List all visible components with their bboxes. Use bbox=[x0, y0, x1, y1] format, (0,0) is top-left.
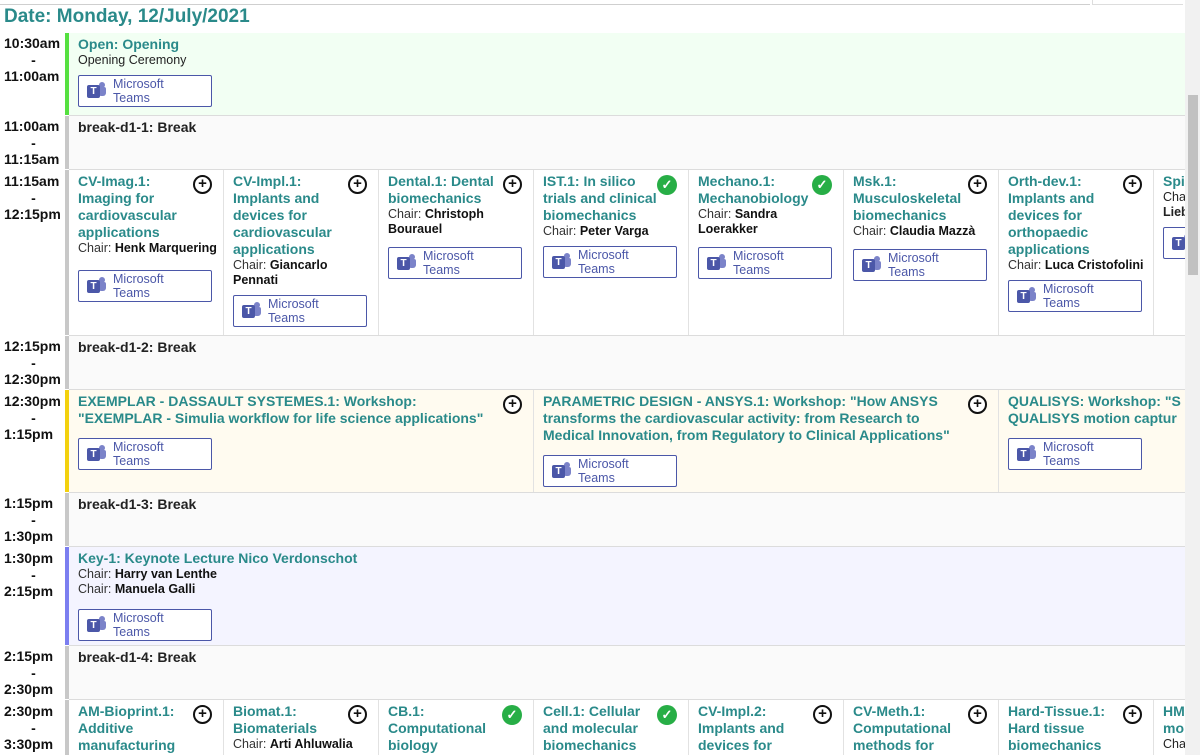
session-cell[interactable]: Hard-Tissue.1: Hard tissue biomechanics … bbox=[999, 700, 1154, 755]
teams-button[interactable]: T Microsoft Teams bbox=[78, 75, 212, 107]
teams-button[interactable]: T Microsoft Teams bbox=[698, 247, 832, 279]
parallel-sessions-row: AM-Bioprint.1: Additive manufacturing fo… bbox=[69, 700, 1185, 755]
teams-icon: T bbox=[87, 445, 107, 463]
teams-icon: T bbox=[1172, 234, 1185, 252]
parallel-sessions-row: CV-Imag.1: Imaging for cardiovascular ap… bbox=[69, 170, 1185, 336]
teams-icon: T bbox=[87, 277, 107, 295]
time-slot-8: 2:15pm -2:30pm bbox=[4, 648, 54, 697]
session-title[interactable]: PARAMETRIC DESIGN - ANSYS.1: Workshop: "… bbox=[543, 393, 994, 444]
opening-row: Open: Opening Opening Ceremony T Microsof… bbox=[69, 33, 1185, 116]
session-title[interactable]: Open: Opening bbox=[78, 36, 1181, 53]
add-to-agenda-icon[interactable]: + bbox=[348, 175, 367, 194]
teams-button[interactable]: T Microsoft Teams bbox=[78, 609, 212, 641]
teams-button[interactable]: T Microsoft Teams bbox=[853, 249, 987, 281]
add-to-agenda-icon[interactable]: + bbox=[1123, 175, 1142, 194]
time-slot-9: 2:30pm -3:30pm bbox=[4, 703, 54, 752]
teams-icon: T bbox=[552, 253, 572, 271]
add-to-agenda-icon[interactable]: + bbox=[503, 395, 522, 414]
time-slot-4: 12:15pm -12:30pm bbox=[4, 338, 61, 387]
teams-icon: T bbox=[242, 302, 262, 320]
keynote-session[interactable]: Key-1: Keynote Lecture Nico Verdonschot … bbox=[69, 547, 1185, 645]
teams-button[interactable]: T Microsoft Teams bbox=[388, 247, 522, 279]
teams-icon: T bbox=[862, 256, 882, 274]
session-cell-partial[interactable]: HM mo Cha bbox=[1154, 700, 1185, 755]
workshop-cell[interactable]: EXEMPLAR - DASSAULT SYSTEMES.1: Workshop… bbox=[69, 390, 534, 492]
teams-button[interactable]: T Microsoft Teams bbox=[1008, 438, 1142, 470]
session-cell[interactable]: Cell.1: Cellular and molecular biomechan… bbox=[534, 700, 689, 755]
time-slot-5: 12:30pm -1:15pm bbox=[4, 393, 61, 442]
session-cell[interactable]: Dental.1: Dental biomechanics Chair: Chr… bbox=[379, 170, 534, 335]
teams-icon: T bbox=[1017, 445, 1037, 463]
scrollbar-thumb[interactable] bbox=[1188, 95, 1198, 275]
session-title[interactable]: QUALISYS: Workshop: "S QUALISYS motion c… bbox=[1008, 393, 1181, 427]
break-row: break-d1-2: Break bbox=[69, 336, 1185, 390]
teams-icon: T bbox=[397, 254, 417, 272]
session-cell[interactable]: CV-Impl.1: Implants and devices for card… bbox=[224, 170, 379, 335]
break-session[interactable]: break-d1-1: Break bbox=[69, 116, 1185, 169]
time-slot-3: 11:15am -12:15pm bbox=[4, 173, 61, 222]
break-session[interactable]: break-d1-2: Break bbox=[69, 336, 1185, 389]
session-cell[interactable]: CV-Impl.2: Implants and devices for + bbox=[689, 700, 844, 755]
add-to-agenda-icon[interactable]: + bbox=[1123, 705, 1142, 724]
add-to-agenda-icon[interactable]: + bbox=[968, 705, 987, 724]
time-slot-1: 10:30am -11:00am bbox=[4, 35, 61, 84]
break-row: break-d1-4: Break bbox=[69, 646, 1185, 700]
selected-check-icon[interactable]: ✓ bbox=[812, 175, 832, 195]
teams-button[interactable]: T Microsoft Teams bbox=[543, 455, 677, 487]
break-session[interactable]: break-d1-4: Break bbox=[69, 646, 1185, 699]
vertical-scrollbar[interactable] bbox=[1185, 0, 1200, 755]
keynote-row: Key-1: Keynote Lecture Nico Verdonschot … bbox=[69, 547, 1185, 646]
add-to-agenda-icon[interactable]: + bbox=[193, 705, 212, 724]
add-to-agenda-icon[interactable]: + bbox=[193, 175, 212, 194]
session-cell[interactable]: AM-Bioprint.1: Additive manufacturing fo… bbox=[69, 700, 224, 755]
teams-button[interactable]: T Microsoft Teams bbox=[78, 438, 212, 470]
selected-check-icon[interactable]: ✓ bbox=[657, 705, 677, 725]
add-to-agenda-icon[interactable]: + bbox=[503, 175, 522, 194]
teams-icon: T bbox=[1017, 287, 1037, 305]
session-cell[interactable]: Mechano.1: Mechanobiology Chair: Sandra … bbox=[689, 170, 844, 335]
session-cell[interactable]: CV-Meth.1: Computational methods for + bbox=[844, 700, 999, 755]
date-heading: Date: Monday, 12/July/2021 bbox=[4, 6, 250, 27]
top-strip bbox=[0, 0, 1200, 5]
session-cell[interactable]: IST.1: In silico trials and clinical bio… bbox=[534, 170, 689, 335]
session-title[interactable]: EXEMPLAR - DASSAULT SYSTEMES.1: Workshop… bbox=[78, 393, 529, 427]
break-row: break-d1-1: Break bbox=[69, 116, 1185, 170]
teams-icon: T bbox=[87, 616, 107, 634]
workshop-cell[interactable]: PARAMETRIC DESIGN - ANSYS.1: Workshop: "… bbox=[534, 390, 999, 492]
session-cell-partial[interactable]: Spi Cha Lieb T bbox=[1154, 170, 1185, 335]
break-session[interactable]: break-d1-3: Break bbox=[69, 493, 1185, 546]
session-cell[interactable]: Msk.1: Musculoskeletal biomechanics Chai… bbox=[844, 170, 999, 335]
teams-icon: T bbox=[552, 462, 572, 480]
teams-icon: T bbox=[87, 82, 107, 100]
add-to-agenda-icon[interactable]: + bbox=[348, 705, 367, 724]
workshop-cell-partial[interactable]: QUALISYS: Workshop: "S QUALISYS motion c… bbox=[999, 390, 1185, 492]
teams-button[interactable]: T Microsoft Teams bbox=[78, 270, 212, 302]
add-to-agenda-icon[interactable]: + bbox=[968, 175, 987, 194]
teams-icon: T bbox=[707, 254, 727, 272]
session-title[interactable]: Key-1: Keynote Lecture Nico Verdonschot bbox=[78, 550, 1181, 567]
session-cell[interactable]: Biomat.1: Biomaterials Chair: Arti Ahluw… bbox=[224, 700, 379, 755]
selected-check-icon[interactable]: ✓ bbox=[502, 705, 522, 725]
workshops-row: EXEMPLAR - DASSAULT SYSTEMES.1: Workshop… bbox=[69, 390, 1185, 493]
time-slot-2: 11:00am -11:15am bbox=[4, 118, 60, 167]
teams-button[interactable]: T bbox=[1163, 227, 1185, 259]
session-subtitle: Opening Ceremony bbox=[78, 53, 187, 67]
session-cell[interactable]: Orth-dev.1: Implants and devices for ort… bbox=[999, 170, 1154, 335]
opening-session[interactable]: Open: Opening Opening Ceremony T Microsof… bbox=[69, 33, 1185, 115]
teams-button[interactable]: T Microsoft Teams bbox=[543, 246, 677, 278]
break-row: break-d1-3: Break bbox=[69, 493, 1185, 547]
session-cell[interactable]: CV-Imag.1: Imaging for cardiovascular ap… bbox=[69, 170, 224, 335]
add-to-agenda-icon[interactable]: + bbox=[968, 395, 987, 414]
time-slot-6: 1:15pm -1:30pm bbox=[4, 495, 54, 544]
selected-check-icon[interactable]: ✓ bbox=[657, 175, 677, 195]
add-to-agenda-icon[interactable]: + bbox=[813, 705, 832, 724]
teams-button[interactable]: T Microsoft Teams bbox=[1008, 280, 1142, 312]
time-slot-7: 1:30pm -2:15pm bbox=[4, 550, 54, 599]
teams-button[interactable]: T Microsoft Teams bbox=[233, 295, 367, 327]
session-cell[interactable]: CB.1: Computational biology ✓ bbox=[379, 700, 534, 755]
